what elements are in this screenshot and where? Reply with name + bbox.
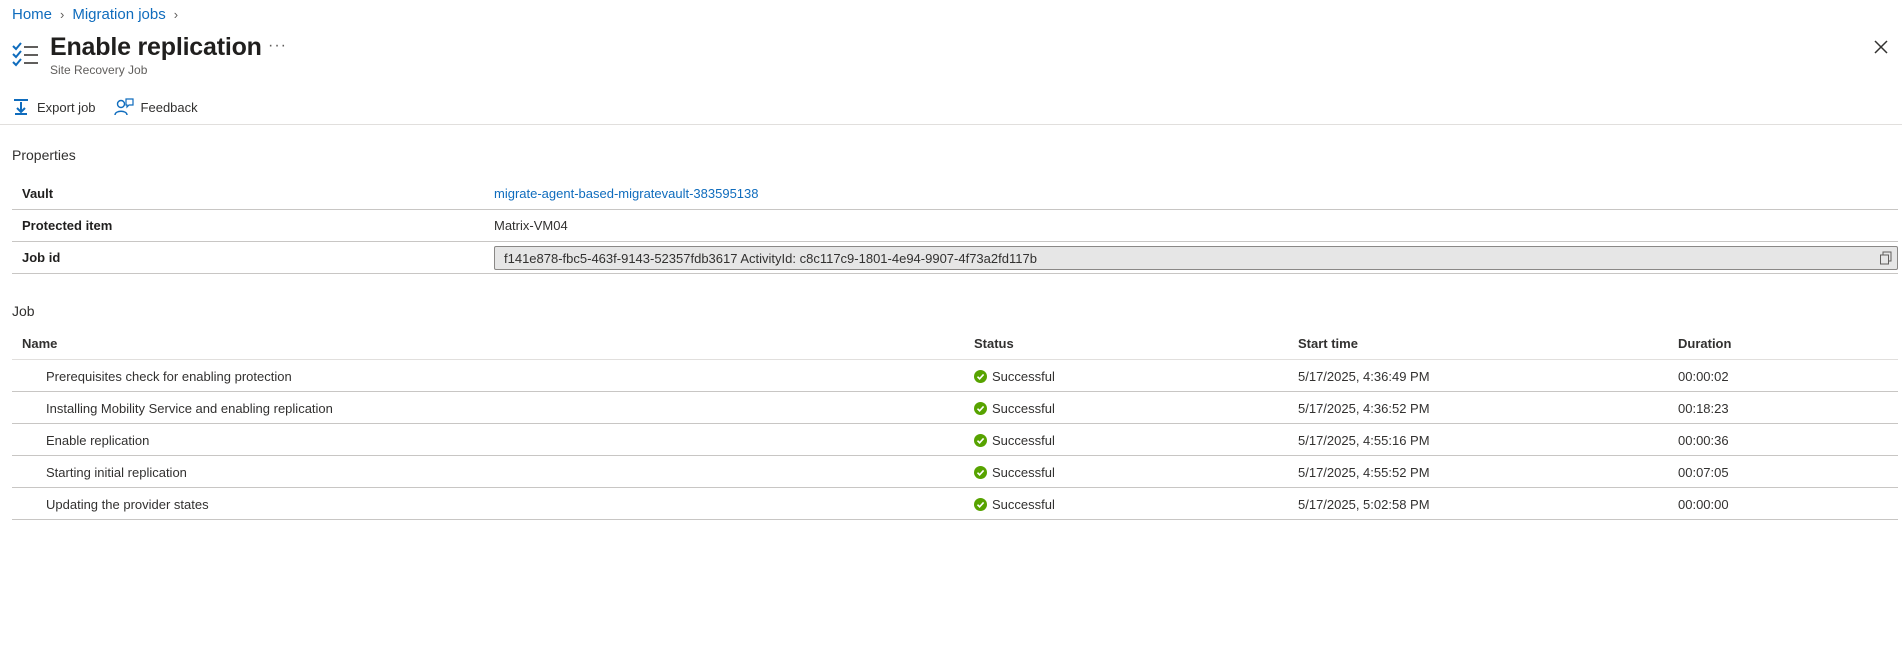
feedback-label: Feedback xyxy=(140,99,198,115)
step-status: Successful xyxy=(974,497,1055,512)
step-status: Successful xyxy=(974,433,1055,448)
protected-item-label: Protected item xyxy=(22,218,113,233)
step-name: Updating the provider states xyxy=(46,497,209,512)
status-text: Successful xyxy=(992,497,1055,512)
property-row-vault: Vault migrate-agent-based-migratevault-3… xyxy=(12,178,1898,210)
feedback-button[interactable]: Feedback xyxy=(113,98,198,116)
protected-item-value: Matrix-VM04 xyxy=(494,218,568,233)
status-text: Successful xyxy=(992,369,1055,384)
site-recovery-job-blade: Home › Migration jobs › Enable replicati… xyxy=(0,0,1902,665)
step-duration: 00:18:23 xyxy=(1678,401,1729,416)
step-start-time: 5/17/2025, 4:55:16 PM xyxy=(1298,433,1430,448)
job-section-title: Job xyxy=(12,303,35,319)
success-check-icon xyxy=(974,434,987,447)
export-job-label: Export job xyxy=(37,99,96,115)
step-start-time: 5/17/2025, 4:36:52 PM xyxy=(1298,401,1430,416)
success-check-icon xyxy=(974,370,987,383)
success-check-icon xyxy=(974,402,987,415)
column-header-start-time[interactable]: Start time xyxy=(1298,336,1358,351)
table-row[interactable]: Enable replication Successful 5/17/2025,… xyxy=(12,424,1898,456)
command-bar: Export job Feedback xyxy=(12,94,198,120)
breadcrumb-migration-jobs-link[interactable]: Migration jobs xyxy=(72,6,165,23)
step-name: Starting initial replication xyxy=(46,465,187,480)
column-header-duration[interactable]: Duration xyxy=(1678,336,1731,351)
job-id-value: f141e878-fbc5-463f-9143-52357fdb3617 Act… xyxy=(504,250,1037,266)
status-text: Successful xyxy=(992,401,1055,416)
step-name: Installing Mobility Service and enabling… xyxy=(46,401,333,416)
toolbar-divider xyxy=(0,124,1902,125)
table-header: Name Status Start time Duration xyxy=(12,328,1898,360)
ellipsis-icon[interactable]: ··· xyxy=(268,36,287,56)
export-job-button[interactable]: Export job xyxy=(12,98,96,116)
status-text: Successful xyxy=(992,433,1055,448)
properties-section-title: Properties xyxy=(12,147,76,163)
page-title: Enable replication xyxy=(50,33,262,61)
step-status: Successful xyxy=(974,401,1055,416)
vault-link[interactable]: migrate-agent-based-migratevault-3835951… xyxy=(494,186,759,201)
download-icon xyxy=(12,98,30,116)
table-row[interactable]: Updating the provider states Successful … xyxy=(12,488,1898,520)
status-text: Successful xyxy=(992,465,1055,480)
checklist-icon xyxy=(12,41,40,69)
table-row[interactable]: Installing Mobility Service and enabling… xyxy=(12,392,1898,424)
step-duration: 00:00:36 xyxy=(1678,433,1729,448)
table-row[interactable]: Prerequisites check for enabling protect… xyxy=(12,360,1898,392)
column-header-name[interactable]: Name xyxy=(22,336,57,351)
table-row[interactable]: Starting initial replication Successful … xyxy=(12,456,1898,488)
success-check-icon xyxy=(974,498,987,511)
column-header-status[interactable]: Status xyxy=(974,336,1014,351)
copy-icon[interactable] xyxy=(1879,251,1893,265)
step-start-time: 5/17/2025, 4:55:52 PM xyxy=(1298,465,1430,480)
step-name: Enable replication xyxy=(46,433,150,448)
chevron-right-icon: › xyxy=(173,6,179,22)
step-name: Prerequisites check for enabling protect… xyxy=(46,369,292,384)
property-row-job-id: Job id f141e878-fbc5-463f-9143-52357fdb3… xyxy=(12,242,1898,274)
job-id-label: Job id xyxy=(22,250,61,265)
step-start-time: 5/17/2025, 5:02:58 PM xyxy=(1298,497,1430,512)
chevron-right-icon: › xyxy=(60,6,65,22)
step-duration: 00:00:02 xyxy=(1678,369,1729,384)
success-check-icon xyxy=(974,466,987,479)
feedback-icon xyxy=(113,98,134,116)
step-status: Successful xyxy=(974,369,1055,384)
properties-grid: Vault migrate-agent-based-migratevault-3… xyxy=(12,178,1898,274)
breadcrumb: Home › Migration jobs › xyxy=(12,4,186,24)
job-steps-table: Name Status Start time Duration Prerequi… xyxy=(12,328,1898,520)
property-row-protected-item: Protected item Matrix-VM04 xyxy=(12,210,1898,242)
step-duration: 00:07:05 xyxy=(1678,465,1729,480)
step-start-time: 5/17/2025, 4:36:49 PM xyxy=(1298,369,1430,384)
breadcrumb-home-link[interactable]: Home xyxy=(12,6,52,23)
step-duration: 00:00:00 xyxy=(1678,497,1729,512)
job-id-field[interactable]: f141e878-fbc5-463f-9143-52357fdb3617 Act… xyxy=(494,246,1898,270)
step-status: Successful xyxy=(974,465,1055,480)
vault-label: Vault xyxy=(22,186,54,201)
page-subtitle: Site Recovery Job xyxy=(50,63,148,77)
close-icon[interactable] xyxy=(1870,36,1892,58)
